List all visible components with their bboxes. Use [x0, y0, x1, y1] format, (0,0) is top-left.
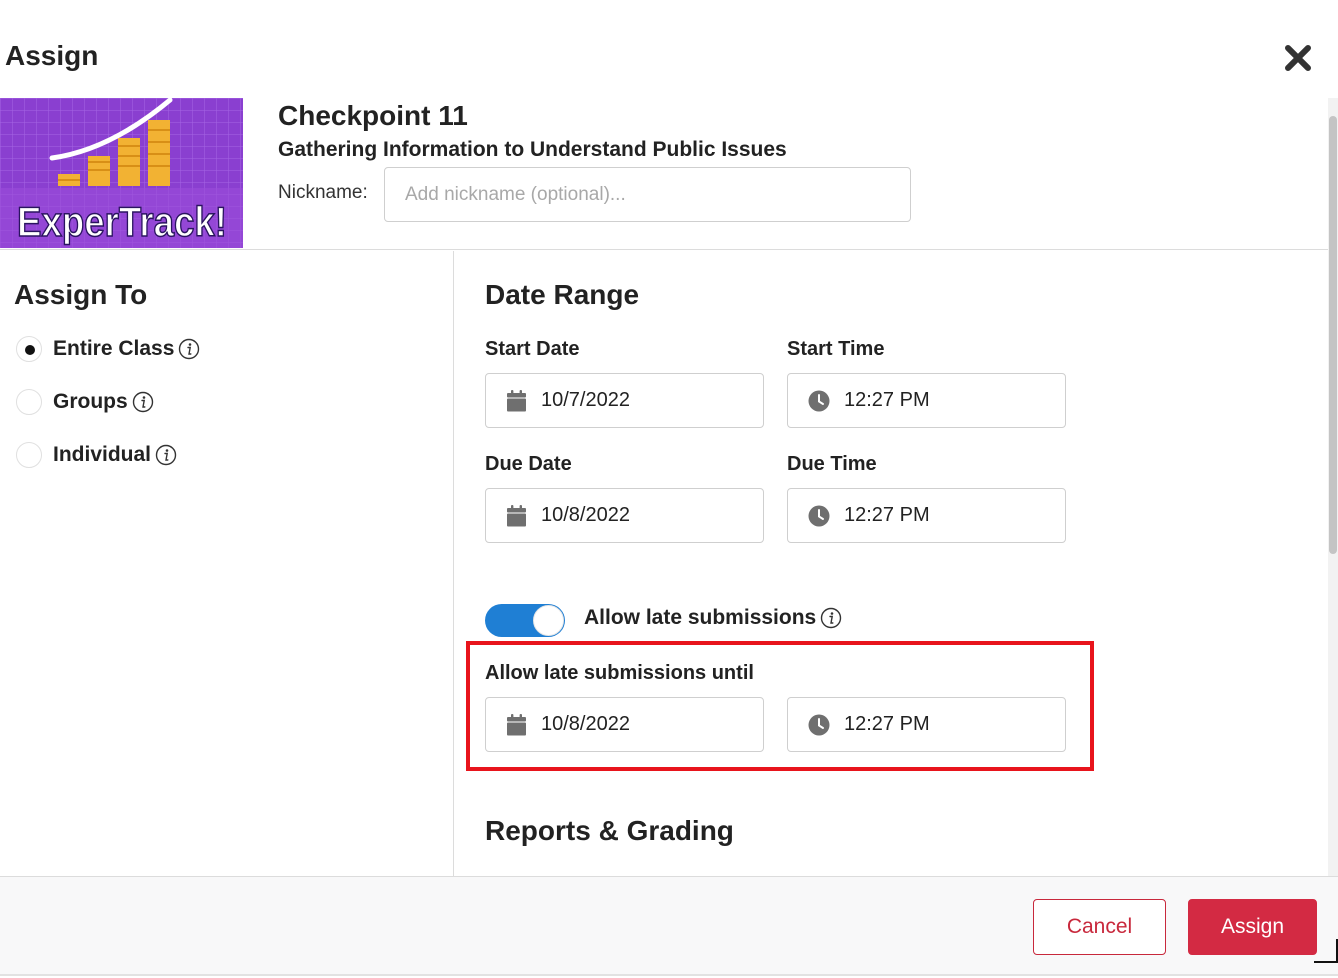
due-time-value: 12:27 PM	[844, 504, 930, 526]
due-date-field[interactable]: 10/8/2022	[485, 488, 764, 543]
allow-late-toggle[interactable]	[485, 604, 565, 637]
radio-label: Entire Class	[53, 337, 175, 360]
info-icon[interactable]	[178, 338, 200, 360]
late-until-label: Allow late submissions until	[485, 662, 754, 684]
date-range-heading: Date Range	[485, 279, 640, 310]
radio-groups[interactable]: Groups	[16, 389, 154, 415]
clock-icon	[808, 714, 830, 735]
modal-footer: Cancel Assign	[0, 876, 1338, 976]
radio-entire-class[interactable]: Entire Class	[16, 336, 200, 362]
radio-button[interactable]	[16, 336, 42, 362]
assignment-title: Checkpoint 11	[278, 100, 468, 131]
radio-button[interactable]	[16, 389, 42, 415]
assignment-thumbnail: ExperTrack!	[0, 98, 243, 248]
late-until-date-value: 10/8/2022	[541, 713, 630, 735]
resize-handle[interactable]	[1314, 939, 1338, 963]
assignment-subtitle: Gathering Information to Understand Publ…	[278, 138, 787, 161]
cancel-button[interactable]: Cancel	[1033, 899, 1166, 955]
nickname-label: Nickname:	[278, 182, 368, 203]
calendar-icon	[507, 504, 526, 526]
allow-late-label: Allow late submissions	[584, 606, 817, 629]
start-time-field[interactable]: 12:27 PM	[787, 373, 1066, 428]
due-date-label: Due Date	[485, 453, 572, 475]
calendar-icon	[507, 389, 526, 411]
thumbnail-logo-text: ExperTrack!	[17, 198, 227, 245]
late-until-time-value: 12:27 PM	[844, 713, 930, 735]
radio-individual[interactable]: Individual	[16, 442, 177, 468]
toggle-knob	[533, 605, 564, 636]
start-date-label: Start Date	[485, 338, 580, 360]
close-button[interactable]	[1282, 42, 1314, 74]
info-icon[interactable]	[820, 607, 842, 629]
due-date-value: 10/8/2022	[541, 504, 630, 526]
late-until-time-field[interactable]: 12:27 PM	[787, 697, 1066, 752]
start-time-label: Start Time	[787, 338, 885, 360]
late-until-date-field[interactable]: 10/8/2022	[485, 697, 764, 752]
clock-icon	[808, 505, 830, 526]
assign-button[interactable]: Assign	[1188, 899, 1317, 955]
info-icon[interactable]	[132, 391, 154, 413]
allow-late-label-row: Allow late submissions	[584, 606, 842, 630]
scrollbar[interactable]	[1328, 98, 1338, 876]
info-icon[interactable]	[155, 444, 177, 466]
due-time-field[interactable]: 12:27 PM	[787, 488, 1066, 543]
radio-label: Groups	[53, 390, 128, 413]
modal-title: Assign	[5, 40, 99, 71]
assign-to-heading: Assign To	[14, 279, 148, 310]
calendar-icon	[507, 713, 526, 735]
radio-label: Individual	[53, 443, 152, 466]
nickname-input[interactable]	[384, 167, 911, 222]
clock-icon	[808, 390, 830, 411]
start-date-value: 10/7/2022	[541, 389, 630, 411]
reports-grading-heading: Reports & Grading	[485, 815, 734, 846]
radio-button[interactable]	[16, 442, 42, 468]
close-icon	[1285, 45, 1311, 71]
assign-to-panel: Assign To Entire Class Groups Individual	[0, 251, 454, 876]
start-date-field[interactable]: 10/7/2022	[485, 373, 764, 428]
assignment-header: ExperTrack! Checkpoint 11 Gathering Info…	[0, 98, 1328, 250]
due-time-label: Due Time	[787, 453, 877, 475]
scrollbar-thumb[interactable]	[1329, 116, 1337, 554]
start-time-value: 12:27 PM	[844, 389, 930, 411]
